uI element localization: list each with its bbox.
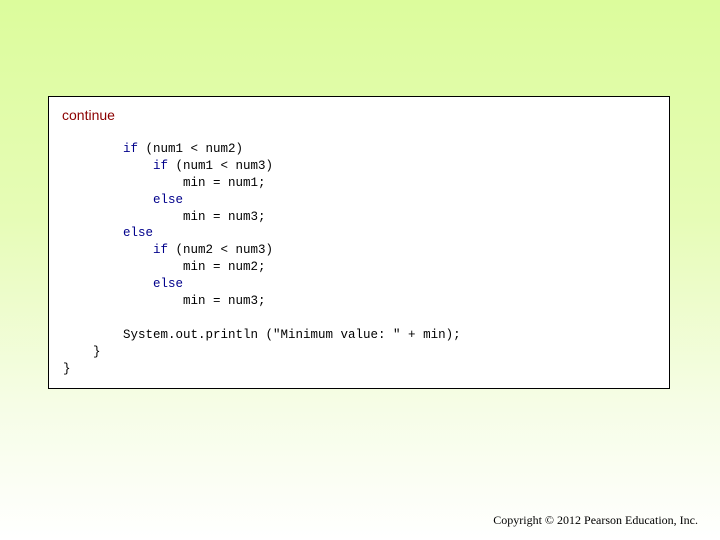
code-line: if (num2 < num3) bbox=[63, 242, 461, 259]
copyright-notice: Copyright © 2012 Pearson Education, Inc. bbox=[493, 513, 698, 527]
code-line: if (num1 < num2) bbox=[63, 141, 461, 158]
code-line: } bbox=[63, 344, 461, 361]
code-text: System.out.println ("Minimum value: " + … bbox=[123, 327, 461, 342]
code-line: min = num3; bbox=[63, 209, 461, 226]
code-keyword: if bbox=[153, 158, 169, 173]
code-keyword: else bbox=[153, 192, 184, 207]
code-line: } bbox=[63, 361, 461, 378]
code-block: if (num1 < num2) if (num1 < num3) min = … bbox=[63, 141, 461, 377]
code-keyword: else bbox=[153, 277, 184, 292]
code-text: min = num2; bbox=[183, 260, 266, 275]
code-line: min = num1; bbox=[63, 175, 461, 192]
code-line: else bbox=[63, 225, 461, 242]
code-text: (num1 < num3) bbox=[168, 158, 274, 173]
code-line: if (num1 < num3) bbox=[63, 158, 461, 175]
code-text: min = num1; bbox=[183, 175, 266, 190]
code-line: else bbox=[63, 192, 461, 209]
code-text: } bbox=[93, 344, 101, 359]
code-text: } bbox=[63, 361, 71, 376]
code-line: System.out.println ("Minimum value: " + … bbox=[63, 327, 461, 344]
code-keyword: if bbox=[153, 243, 169, 258]
code-keyword: if bbox=[123, 142, 139, 156]
code-text: min = num3; bbox=[183, 209, 266, 224]
code-text: min = num3; bbox=[183, 294, 266, 309]
code-keyword: else bbox=[123, 226, 154, 241]
slide-heading: continue bbox=[62, 107, 115, 123]
code-line: else bbox=[63, 276, 461, 293]
code-panel: continue if (num1 < num2) if (num1 < num… bbox=[48, 96, 670, 389]
code-line: min = num2; bbox=[63, 259, 461, 276]
code-text: (num1 < num2) bbox=[138, 142, 244, 156]
code-text: (num2 < num3) bbox=[168, 243, 274, 258]
code-line: min = num3; bbox=[63, 293, 461, 310]
